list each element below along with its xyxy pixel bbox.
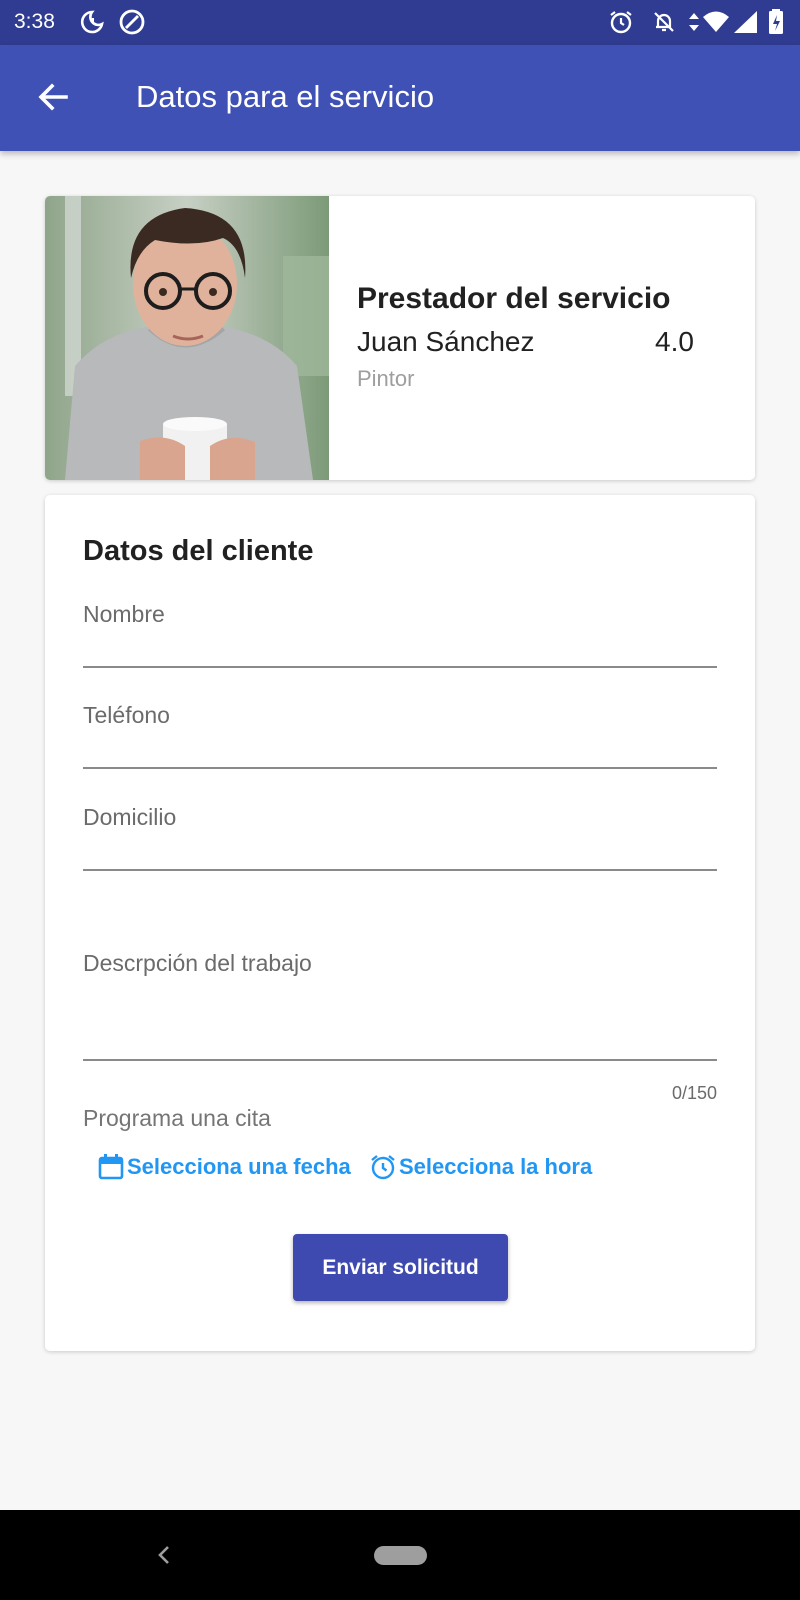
page-title: Datos para el servicio <box>136 79 435 114</box>
status-time: 3:38 <box>14 10 55 33</box>
navigation-bar <box>0 1510 800 1600</box>
address-field[interactable]: Domicilio <box>83 796 717 871</box>
notifications-off-icon <box>654 12 674 32</box>
client-form-card: Datos del cliente Nombre Teléfono Domici… <box>45 495 755 1351</box>
phone-field-label: Teléfono <box>83 702 170 728</box>
phone-field[interactable]: Teléfono <box>83 694 717 769</box>
no-disturb-icon <box>119 9 145 35</box>
select-date-label: Selecciona una fecha <box>127 1154 351 1179</box>
select-date-button[interactable]: Selecciona una fecha <box>97 1145 351 1189</box>
data-arrows-icon <box>689 13 699 31</box>
calendar-icon <box>98 1154 124 1180</box>
provider-heading: Prestador del servicio <box>357 282 671 315</box>
description-field[interactable]: Descrpción del trabajo <box>83 942 717 1061</box>
name-field[interactable]: Nombre <box>83 593 717 668</box>
nav-back-icon[interactable] <box>150 1540 178 1570</box>
provider-photo <box>45 196 329 480</box>
alarm-clock-icon <box>371 1155 395 1180</box>
arrow-back-icon[interactable] <box>30 73 78 121</box>
status-bar: 3:38 <box>0 0 800 45</box>
client-heading: Datos del cliente <box>83 535 314 567</box>
submit-request-button[interactable]: Enviar solicitud <box>293 1234 508 1301</box>
select-time-label: Selecciona la hora <box>399 1154 593 1179</box>
wifi-icon <box>703 11 729 32</box>
select-time-button[interactable]: Selecciona la hora <box>369 1145 592 1189</box>
alarm-icon <box>610 11 632 34</box>
moon-clock-icon <box>80 10 104 34</box>
description-field-label: Descrpción del trabajo <box>83 950 312 976</box>
provider-rating: 4.0 <box>655 326 694 357</box>
battery-icon <box>769 9 783 34</box>
name-field-label: Nombre <box>83 601 165 627</box>
nav-home-button[interactable] <box>374 1546 427 1565</box>
provider-occupation: Pintor <box>357 366 415 391</box>
address-field-label: Domicilio <box>83 804 177 830</box>
provider-name: Juan Sánchez <box>357 326 535 357</box>
description-counter: 0/150 <box>671 1083 717 1103</box>
provider-card: Prestador del servicio Juan Sánchez 4.0 … <box>45 196 755 480</box>
signal-icon <box>734 11 757 33</box>
appointment-label: Programa una cita <box>83 1105 271 1131</box>
app-bar: Datos para el servicio <box>0 45 800 151</box>
